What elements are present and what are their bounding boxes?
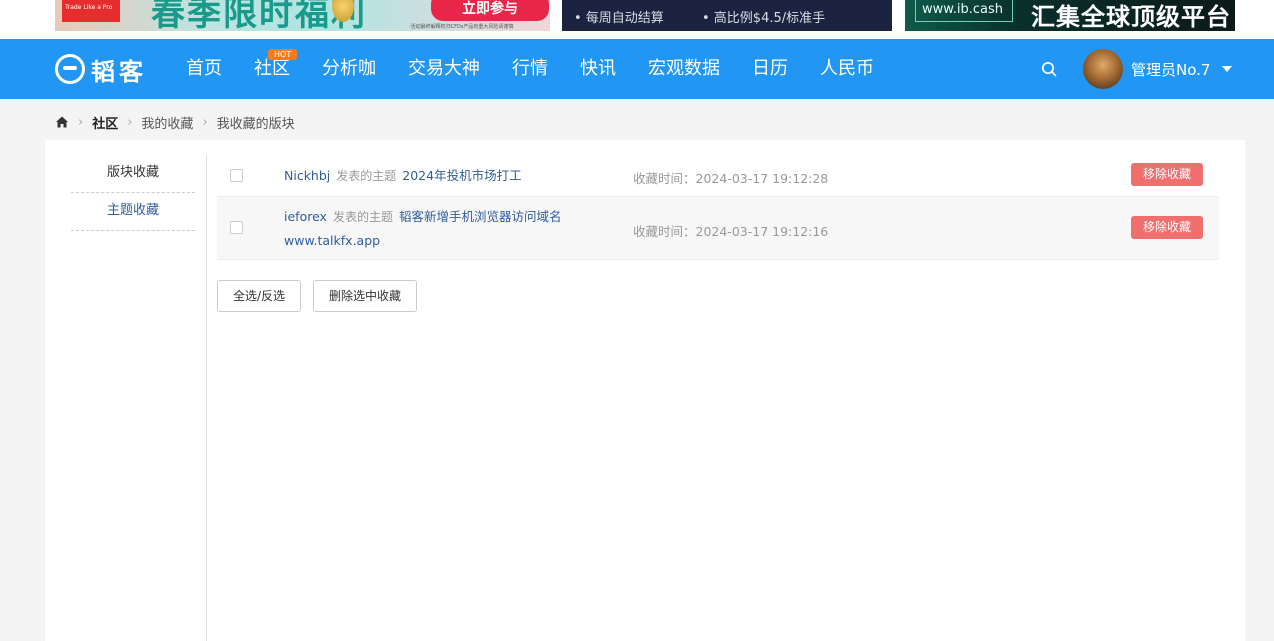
nav-item-flash-news[interactable]: 快讯	[564, 39, 632, 99]
nav-item-analysts[interactable]: 分析咖	[306, 39, 392, 99]
list-item: Nickhbj 发表的主题 2024年投机市场打工 收藏时间：2024-03-17 …	[217, 155, 1219, 197]
ad-brand-tag: Trade Like a Pro	[62, 0, 120, 22]
breadcrumb-current: 我收藏的版块	[216, 116, 295, 132]
sidebar-item-board-favorites[interactable]: 版块收藏	[71, 155, 195, 193]
nav-item-label: 行情	[512, 58, 548, 79]
breadcrumb-separator: ›	[78, 114, 84, 130]
main-menu: 首页 社区 HOT 分析咖 交易大神 行情 快讯 宏观数据 日历 人民币	[170, 39, 890, 99]
favorites-panel: 版块收藏 主题收藏 Nickhbj 发表的主题 2024年投机市场打工 收藏时间：2…	[45, 140, 1245, 641]
ad-banner-strip: Trade Like a Pro 春季限时福利 立即参与 ·活动最终解释权归CF…	[0, 0, 1274, 39]
favorites-list: Nickhbj 发表的主题 2024年投机市场打工 收藏时间：2024-03-17 …	[217, 155, 1219, 260]
nav-item-label: 社区	[254, 58, 290, 79]
select-checkbox[interactable]	[230, 221, 243, 234]
favorites-sidebar: 版块收藏 主题收藏	[71, 155, 195, 231]
sidebar-item-topic-favorites[interactable]: 主题收藏	[71, 193, 195, 231]
favorite-time: 收藏时间：2024-03-17 19:12:16	[633, 224, 829, 239]
ad-banner-spring-promo[interactable]: Trade Like a Pro 春季限时福利 立即参与 ·活动最终解释权归CF…	[55, 0, 550, 31]
favorite-time: 收藏时间：2024-03-17 19:12:28	[633, 171, 829, 186]
hot-badge: HOT	[268, 49, 298, 60]
nav-item-label: 首页	[186, 58, 222, 79]
top-nav-bar: 韬客 首页 社区 HOT 分析咖 交易大神 行情 快讯 宏观数据 日历 人民币 …	[0, 39, 1274, 99]
home-icon[interactable]	[55, 115, 69, 129]
favorite-info: ieforex 发表的主题 韬客新增手机浏览器访问域名www.talkfx.app	[284, 205, 604, 252]
breadcrumb: › 社区 › 我的收藏 › 我收藏的版块	[55, 113, 295, 132]
nav-item-quotes[interactable]: 行情	[496, 39, 564, 99]
select-checkbox[interactable]	[230, 169, 243, 182]
list-item: ieforex 发表的主题 韬客新增手机浏览器访问域名www.talkfx.app …	[217, 197, 1219, 260]
ad-rate: • 高比例$4.5/标准手	[702, 11, 826, 26]
nav-item-label: 日历	[752, 58, 788, 79]
breadcrumb-separator: ›	[202, 114, 208, 130]
nav-item-traders[interactable]: 交易大神	[392, 39, 496, 99]
ad-banner-ibcash[interactable]: www.ib.cash 汇集全球顶级平台	[905, 0, 1235, 31]
ad-join-button[interactable]: 立即参与	[431, 0, 549, 21]
site-logo[interactable]: 韬客	[55, 54, 147, 86]
bulk-actions: 全选/反选 删除选中收藏	[217, 280, 429, 312]
delete-selected-button[interactable]: 删除选中收藏	[313, 280, 418, 312]
nav-item-home[interactable]: 首页	[170, 39, 238, 99]
nav-item-label: 宏观数据	[648, 58, 720, 79]
breadcrumb-my-favorites[interactable]: 我的收藏	[141, 113, 193, 132]
breadcrumb-community[interactable]: 社区	[92, 113, 118, 132]
remove-favorite-button[interactable]: 移除收藏	[1131, 163, 1203, 186]
avatar[interactable]	[1083, 49, 1123, 89]
logo-text: 韬客	[91, 56, 147, 86]
ad-url: www.ib.cash	[915, 0, 1013, 22]
action-text: 发表的主题	[336, 169, 397, 183]
author-link[interactable]: ieforex	[284, 209, 327, 224]
nav-item-community[interactable]: 社区 HOT	[238, 39, 306, 99]
topic-link[interactable]: 2024年投机市场打工	[402, 168, 521, 183]
logo-icon	[55, 54, 85, 84]
nav-item-label: 分析咖	[322, 58, 376, 79]
chevron-down-icon[interactable]	[1222, 66, 1232, 72]
nav-item-label: 人民币	[820, 58, 874, 79]
action-text: 发表的主题	[332, 210, 393, 224]
remove-favorite-button[interactable]: 移除收藏	[1131, 216, 1203, 239]
select-all-button[interactable]: 全选/反选	[217, 280, 302, 312]
ad-weekly-settle: • 每周自动结算	[574, 11, 664, 26]
ad-disclaimer: ·活动最终解释权归CFDs产品有重大风险请谨慎	[409, 24, 514, 30]
nav-item-label: 快讯	[580, 58, 616, 79]
nav-item-calendar[interactable]: 日历	[736, 39, 804, 99]
author-link[interactable]: Nickhbj	[284, 168, 330, 183]
ad-slogan: 汇集全球顶级平台	[1031, 3, 1231, 31]
username[interactable]: 管理员No.7	[1131, 39, 1210, 101]
ad-banner-rebate[interactable]: • 每周自动结算 • 高比例$4.5/标准手	[562, 0, 892, 31]
nav-item-label: 交易大神	[408, 58, 480, 79]
search-icon[interactable]	[1041, 61, 1057, 77]
nav-item-rmb[interactable]: 人民币	[804, 39, 890, 99]
vertical-divider	[206, 155, 207, 641]
favorite-info: Nickhbj 发表的主题 2024年投机市场打工	[284, 164, 522, 188]
breadcrumb-separator: ›	[127, 114, 133, 130]
nav-item-macro-data[interactable]: 宏观数据	[632, 39, 736, 99]
